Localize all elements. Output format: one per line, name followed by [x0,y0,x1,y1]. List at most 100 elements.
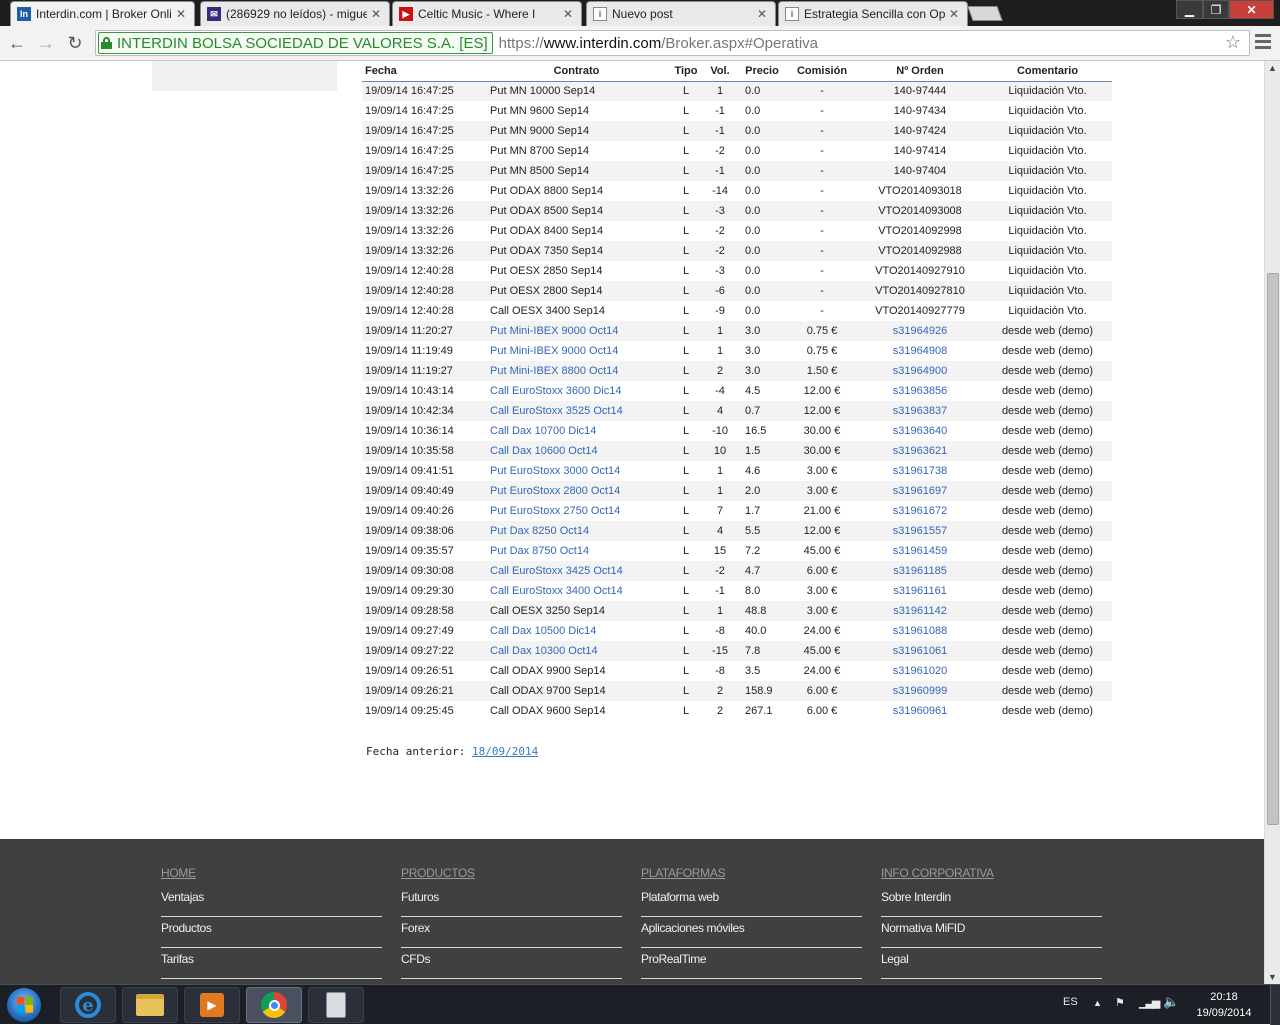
tab-nuevo-post[interactable]: i Nuevo post ✕ [586,1,776,26]
footer-link[interactable]: Normativa MiFID [881,917,1102,948]
footer-link[interactable]: Legal [881,948,1102,979]
close-icon[interactable]: ✕ [176,7,188,21]
order-link[interactable]: s31961697 [893,485,947,497]
order-link[interactable]: s31961142 [893,605,947,617]
contract-link[interactable]: Put Mini-IBEX 9000 Oct14 [490,345,618,357]
ev-certificate-badge[interactable]: INTERDIN BOLSA SOCIEDAD DE VALORES S.A. … [98,32,493,54]
contract-link[interactable]: Call EuroStoxx 3600 Dic14 [490,385,621,397]
contract-link[interactable]: Call EuroStoxx 3400 Oct14 [490,585,623,597]
scrollbar-thumb[interactable] [1267,273,1279,825]
contract-link[interactable]: Put Mini-IBEX 9000 Oct14 [490,325,618,337]
taskbar-calculator[interactable] [308,987,364,1023]
url-text[interactable]: https://www.interdin.com/Broker.aspx#Ope… [499,35,818,52]
order-link[interactable]: s31960999 [893,685,947,697]
tab-interdin[interactable]: In Interdin.com | Broker Onli ✕ [10,1,195,26]
previous-date-link[interactable]: 18/09/2014 [472,745,538,758]
cell-precio-text: 3.0 [745,325,761,337]
taskbar-file-explorer[interactable] [122,987,178,1023]
cell-fecha: 19/09/14 09:27:22 [362,641,484,661]
footer-link[interactable]: ProRealTime [641,948,862,979]
maximize-button[interactable]: ❐ [1203,0,1229,19]
start-button[interactable] [6,987,42,1023]
footer-heading-plataformas[interactable]: PLATAFORMAS [641,866,862,886]
new-tab-button[interactable] [967,6,1003,21]
show-desktop-button[interactable] [1270,985,1280,1025]
contract-link[interactable]: Put EuroStoxx 2800 Oct14 [490,485,620,497]
order-link[interactable]: s31961020 [893,665,947,677]
taskbar-internet-explorer[interactable]: e [60,987,116,1023]
network-signal-icon[interactable]: ▁▃▅ [1139,996,1160,1009]
close-icon[interactable]: ✕ [563,7,575,21]
action-center-flag-icon[interactable]: ⚑ [1115,996,1125,1009]
order-link[interactable]: s31963856 [893,385,947,397]
footer-link[interactable]: Sobre Interdin [881,886,1102,917]
close-icon[interactable]: ✕ [371,7,383,21]
footer-link[interactable]: Forex [401,917,622,948]
order-link[interactable]: s31964908 [893,345,947,357]
order-link[interactable]: s31961061 [893,645,947,657]
order-link[interactable]: s31961672 [893,505,947,517]
bookmark-star-icon[interactable]: ☆ [1225,32,1241,53]
contract-link[interactable]: Put Mini-IBEX 8800 Oct14 [490,365,618,377]
footer-link[interactable]: Aplicaciones móviles [641,917,862,948]
footer-heading-info-corporativa[interactable]: INFO CORPORATIVA [881,866,1102,886]
show-hidden-icons-arrow-icon[interactable]: ▲ [1093,998,1102,1008]
taskbar-media-player[interactable]: ▶ [184,987,240,1023]
cell-vol-text: -6 [715,285,725,297]
order-link[interactable]: s31963837 [893,405,947,417]
tab-mail[interactable]: ✉ (286929 no leídos) - migue ✕ [200,1,390,26]
cell-vol: -8 [703,661,737,681]
back-arrow-icon[interactable]: ← [6,32,28,54]
volume-speaker-icon[interactable]: 🔈 [1163,994,1179,1010]
contract-link[interactable]: Call EuroStoxx 3525 Oct14 [490,405,623,417]
contract-link[interactable]: Call Dax 10300 Oct14 [490,645,598,657]
footer-link[interactable]: CFDs [401,948,622,979]
footer-heading-home[interactable]: HOME [161,866,382,886]
footer-link[interactable]: Plataforma web [641,886,862,917]
footer-link[interactable]: Ventajas [161,886,382,917]
contract-link[interactable]: Call Dax 10700 Dic14 [490,425,596,437]
order-link[interactable]: s31961185 [893,565,947,577]
order-link[interactable]: s31960961 [893,705,947,717]
footer-link[interactable]: Productos [161,917,382,948]
contract-link[interactable]: Put EuroStoxx 3000 Oct14 [490,465,620,477]
footer-link[interactable]: Tarifas [161,948,382,979]
order-link[interactable]: s31961738 [893,465,947,477]
footer-heading-productos[interactable]: PRODUCTOS [401,866,622,886]
order-link[interactable]: s31961161 [893,585,947,597]
order-link[interactable]: s31964926 [893,325,947,337]
taskbar-chrome[interactable] [246,987,302,1023]
cell-contrato-text: Put ODAX 7350 Sep14 [490,245,604,257]
contract-link[interactable]: Put EuroStoxx 2750 Oct14 [490,505,620,517]
order-link[interactable]: s31961557 [893,525,947,537]
language-indicator[interactable]: ES [1063,996,1078,1008]
order-link[interactable]: s31964900 [893,365,947,377]
contract-link[interactable]: Call EuroStoxx 3425 Oct14 [490,565,623,577]
minimize-button[interactable]: ▁ [1176,0,1203,19]
close-window-button[interactable]: ✕ [1229,0,1274,19]
cell-orden-text: VTO20140927910 [875,265,965,277]
reload-icon[interactable]: ↻ [64,32,86,54]
scroll-up-arrow-icon[interactable]: ▲ [1268,63,1277,73]
system-clock[interactable]: 20:18 19/09/2014 [1188,989,1260,1021]
tab-estrategia[interactable]: i Estrategia Sencilla con Op ✕ [778,1,968,26]
footer-link[interactable]: Futuros [401,886,622,917]
vertical-scrollbar[interactable]: ▲ ▼ [1264,61,1280,984]
chrome-menu-icon[interactable] [1255,34,1271,50]
scroll-down-arrow-icon[interactable]: ▼ [1268,972,1277,982]
close-icon[interactable]: ✕ [949,7,961,21]
forward-arrow-icon[interactable]: → [35,32,57,54]
contract-link[interactable]: Call Dax 10600 Oct14 [490,445,598,457]
cell-contrato: Put Dax 8750 Oct14 [484,541,669,561]
cell-tipo-text: L [682,405,690,417]
address-bar[interactable]: INTERDIN BOLSA SOCIEDAD DE VALORES S.A. … [95,30,1250,56]
contract-link[interactable]: Put Dax 8750 Oct14 [490,545,589,557]
order-link[interactable]: s31961088 [893,625,947,637]
contract-link[interactable]: Put Dax 8250 Oct14 [490,525,589,537]
contract-link[interactable]: Call Dax 10500 Dic14 [490,625,596,637]
close-icon[interactable]: ✕ [757,7,769,21]
tab-youtube[interactable]: ▶ Celtic Music - Where I ✕ [392,1,582,26]
order-link[interactable]: s31963640 [893,425,947,437]
order-link[interactable]: s31961459 [893,545,947,557]
order-link[interactable]: s31963621 [893,445,947,457]
